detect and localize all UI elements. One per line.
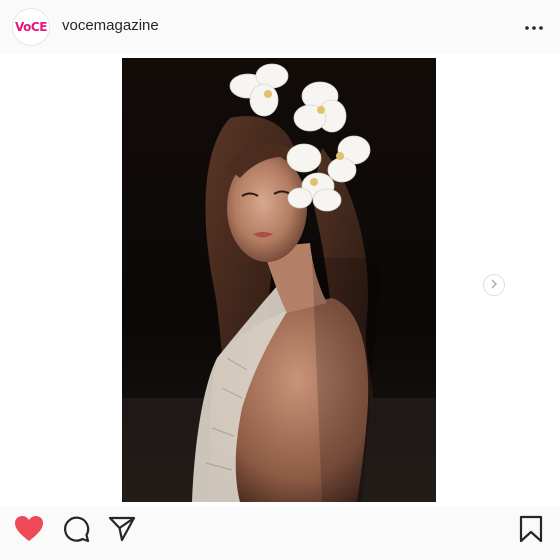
username[interactable]: vocemagazine xyxy=(62,17,159,34)
more-horizontal-icon xyxy=(525,17,543,35)
save-button[interactable] xyxy=(514,514,548,548)
comment-icon xyxy=(62,515,90,548)
bookmark-icon xyxy=(519,515,543,548)
post-media xyxy=(0,54,560,506)
post-header: VoCE vocemagazine xyxy=(0,0,560,54)
carousel-next-button[interactable] xyxy=(483,274,505,296)
avatar[interactable]: VoCE xyxy=(12,8,50,46)
brand-logo: VoCE xyxy=(15,20,47,34)
post-action-bar xyxy=(0,506,560,560)
post-photo[interactable] xyxy=(122,58,436,502)
heart-filled-icon xyxy=(14,515,44,547)
comment-button[interactable] xyxy=(59,514,93,548)
instagram-post: VoCE vocemagazine xyxy=(0,0,560,560)
more-options-button[interactable] xyxy=(522,16,546,36)
share-button[interactable] xyxy=(105,514,139,548)
like-button[interactable] xyxy=(12,514,46,548)
chevron-right-icon xyxy=(489,276,499,294)
paper-plane-icon xyxy=(108,516,136,547)
